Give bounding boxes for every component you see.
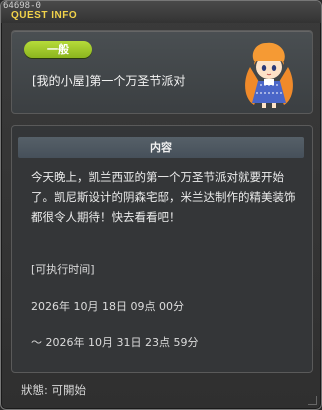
available-time-label: [可执行时间]: [31, 263, 95, 276]
quest-content-panel: 内容 今天晚上，凯兰西亚的第一个万圣节派对就要开始了。凯尼斯设计的阴森宅邸，米兰…: [11, 125, 313, 373]
quest-name: [我的小屋]第一个万圣节派对: [32, 74, 186, 88]
available-time-start: 2026年 10月 18日 09点 00分: [31, 300, 184, 313]
title-bar[interactable]: 64698-0 QUEST INFO: [1, 1, 321, 23]
quest-header-panel: 一般 [我的小屋]第一个万圣节派对: [11, 30, 313, 114]
quest-info-window: 64698-0 QUEST INFO 一般 [我的小屋]第一个万圣节派对 内容 …: [0, 0, 322, 410]
category-badge: 一般: [24, 41, 92, 58]
section-header-content: 内容: [18, 137, 304, 158]
window-title: QUEST INFO: [11, 10, 78, 21]
available-time-end: ～ 2026年 10月 31日 23点 59分: [31, 336, 199, 349]
npc-portrait-icon: [245, 42, 293, 108]
resize-corner: [308, 396, 317, 405]
quest-status: 狀態: 可開始: [21, 383, 87, 397]
quest-description: 今天晚上，凯兰西亚的第一个万圣节派对就要开始了。凯尼斯设计的阴森宅邸，米兰达制作…: [31, 170, 296, 224]
